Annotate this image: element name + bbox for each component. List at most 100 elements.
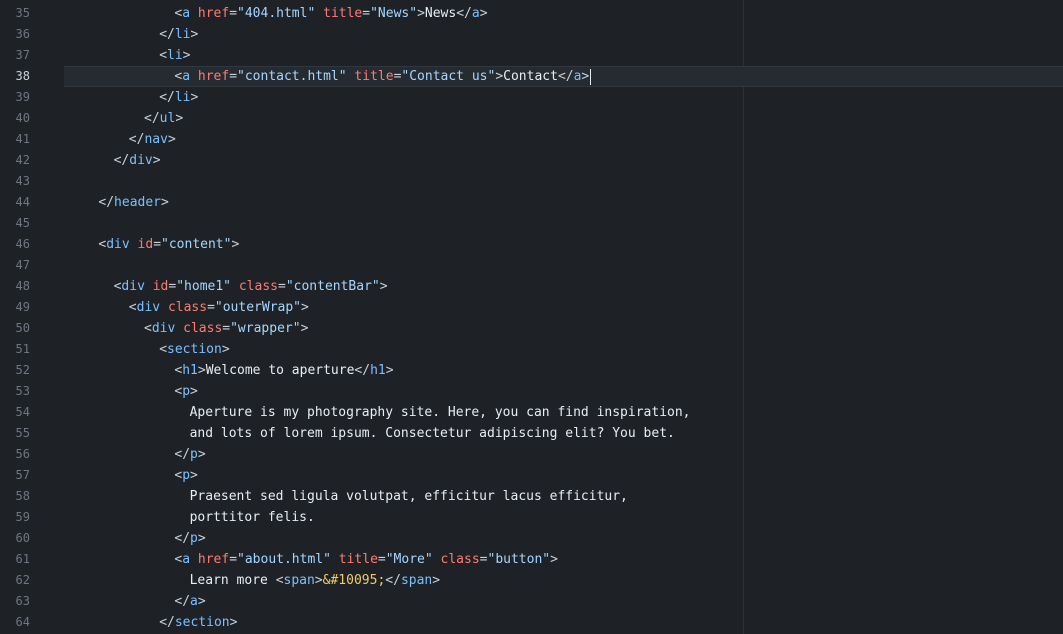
line-number: 64 [15, 615, 30, 629]
code-line[interactable]: </ul> [64, 108, 1063, 129]
code-token: </ [98, 195, 115, 210]
line-number: 36 [15, 27, 30, 41]
code-token: li [174, 90, 191, 105]
code-line[interactable]: <a href="contact.html" title="Contact us… [64, 66, 1063, 87]
code-token: > [152, 153, 161, 168]
line-number-gutter: 35 36 37 38 39 40 41 42 43 44 45 46 47 48 49 50 51 52 53 54… [0, 0, 64, 634]
code-token: class [440, 552, 480, 567]
line-number: 35 [15, 6, 30, 20]
code-token: Contact [503, 69, 558, 84]
code-line[interactable]: <p> [64, 465, 1063, 486]
line-number: 44 [15, 195, 30, 209]
line-number: 46 [15, 237, 30, 251]
code-token: > [190, 90, 199, 105]
code-token: section [174, 615, 230, 630]
code-token: id [137, 237, 154, 252]
line-number: 47 [15, 258, 30, 272]
code-token: "outerWrap" [214, 300, 301, 315]
code-line[interactable] [64, 255, 1063, 276]
code-token: > [190, 27, 199, 42]
code-line[interactable]: and lots of lorem ipsum. Consectetur adi… [64, 423, 1063, 444]
code-editor[interactable]: 35 36 37 38 39 40 41 42 43 44 45 46 47 48 49 50 51 52 53 54… [0, 0, 1063, 634]
code-line[interactable]: porttitor felis. [64, 507, 1063, 528]
code-line[interactable]: <p> [64, 381, 1063, 402]
code-line[interactable]: </section> [64, 612, 1063, 633]
code-line[interactable]: <div id="home1" class="contentBar"> [64, 276, 1063, 297]
code-token: > [190, 384, 198, 399]
code-line[interactable]: </a> [64, 591, 1063, 612]
code-line[interactable] [64, 213, 1063, 234]
code-token: = [229, 6, 238, 21]
code-token: = [229, 69, 238, 84]
code-token: > [385, 363, 394, 378]
code-token: id [152, 279, 169, 294]
code-token: < [144, 321, 152, 336]
line-number: 49 [15, 300, 30, 314]
code-token: </ [557, 69, 574, 84]
code-token: </ [128, 132, 145, 147]
line-number: 60 [15, 531, 30, 545]
code-line[interactable]: <a href="404.html" title="News">News</a> [64, 3, 1063, 24]
code-line[interactable]: Learn more <span>&#10095;</span> [64, 570, 1063, 591]
code-line[interactable]: </p> [64, 528, 1063, 549]
code-token: ul [159, 111, 176, 126]
line-number: 52 [15, 363, 30, 377]
code-token: "Contact us" [401, 69, 496, 84]
code-line[interactable] [64, 171, 1063, 192]
text-cursor [590, 68, 592, 85]
code-token: a [471, 6, 480, 21]
code-token: "404.html" [237, 6, 316, 21]
code-line[interactable]: Aperture is my photography site. Here, y… [64, 402, 1063, 423]
code-line[interactable]: <div class="wrapper"> [64, 318, 1063, 339]
code-token: div [121, 279, 145, 294]
code-area[interactable]: <a href="404.html" title="News">News</a>… [64, 0, 1063, 634]
code-token: Welcome to aperture [205, 363, 355, 378]
code-line[interactable]: <div class="outerWrap"> [64, 297, 1063, 318]
code-token: = [153, 237, 162, 252]
code-token: </ [354, 363, 371, 378]
code-line[interactable]: <h1>Welcome to aperture</h1> [64, 360, 1063, 381]
code-token: "home1" [176, 279, 232, 294]
code-token: &#10095; [322, 573, 386, 588]
code-line[interactable]: Praesent sed ligula volutpat, efficitur … [64, 486, 1063, 507]
code-token: > [581, 69, 590, 84]
code-token: p [182, 468, 191, 483]
code-token: > [314, 573, 323, 588]
code-token: p [190, 531, 198, 546]
line-number: 53 [15, 384, 30, 398]
code-line[interactable]: </header> [64, 192, 1063, 213]
code-token: li [174, 27, 191, 42]
code-token: "News" [370, 6, 418, 21]
code-token: "about.html" [237, 552, 331, 567]
code-line[interactable]: </li> [64, 24, 1063, 45]
code-token: a [182, 69, 191, 84]
code-line[interactable]: <li> [64, 45, 1063, 66]
code-line[interactable]: </p> [64, 444, 1063, 465]
code-token: h1 [182, 363, 198, 378]
code-token: </ [159, 90, 175, 105]
code-token: > [167, 132, 176, 147]
code-line[interactable]: </nav> [64, 129, 1063, 150]
code-token: < [128, 300, 137, 315]
code-token: Learn more [189, 573, 276, 588]
code-token: "wrapper" [230, 321, 301, 336]
line-number: 58 [15, 489, 30, 503]
code-token: class [238, 279, 278, 294]
code-line[interactable]: </div> [64, 150, 1063, 171]
code-line[interactable]: <div id="content"> [64, 234, 1063, 255]
line-number: 59 [15, 510, 30, 524]
code-token: > [432, 573, 441, 588]
code-token: "contentBar" [285, 279, 380, 294]
code-line[interactable]: <a href="about.html" title="More" class=… [64, 549, 1063, 570]
line-number: 40 [15, 111, 30, 125]
code-token: > [495, 69, 504, 84]
code-line[interactable]: <section> [64, 339, 1063, 360]
code-token: > [182, 48, 191, 63]
code-token: > [417, 6, 425, 21]
code-line[interactable]: </li> [64, 87, 1063, 108]
line-number: 62 [15, 573, 30, 587]
code-token: > [300, 321, 309, 336]
